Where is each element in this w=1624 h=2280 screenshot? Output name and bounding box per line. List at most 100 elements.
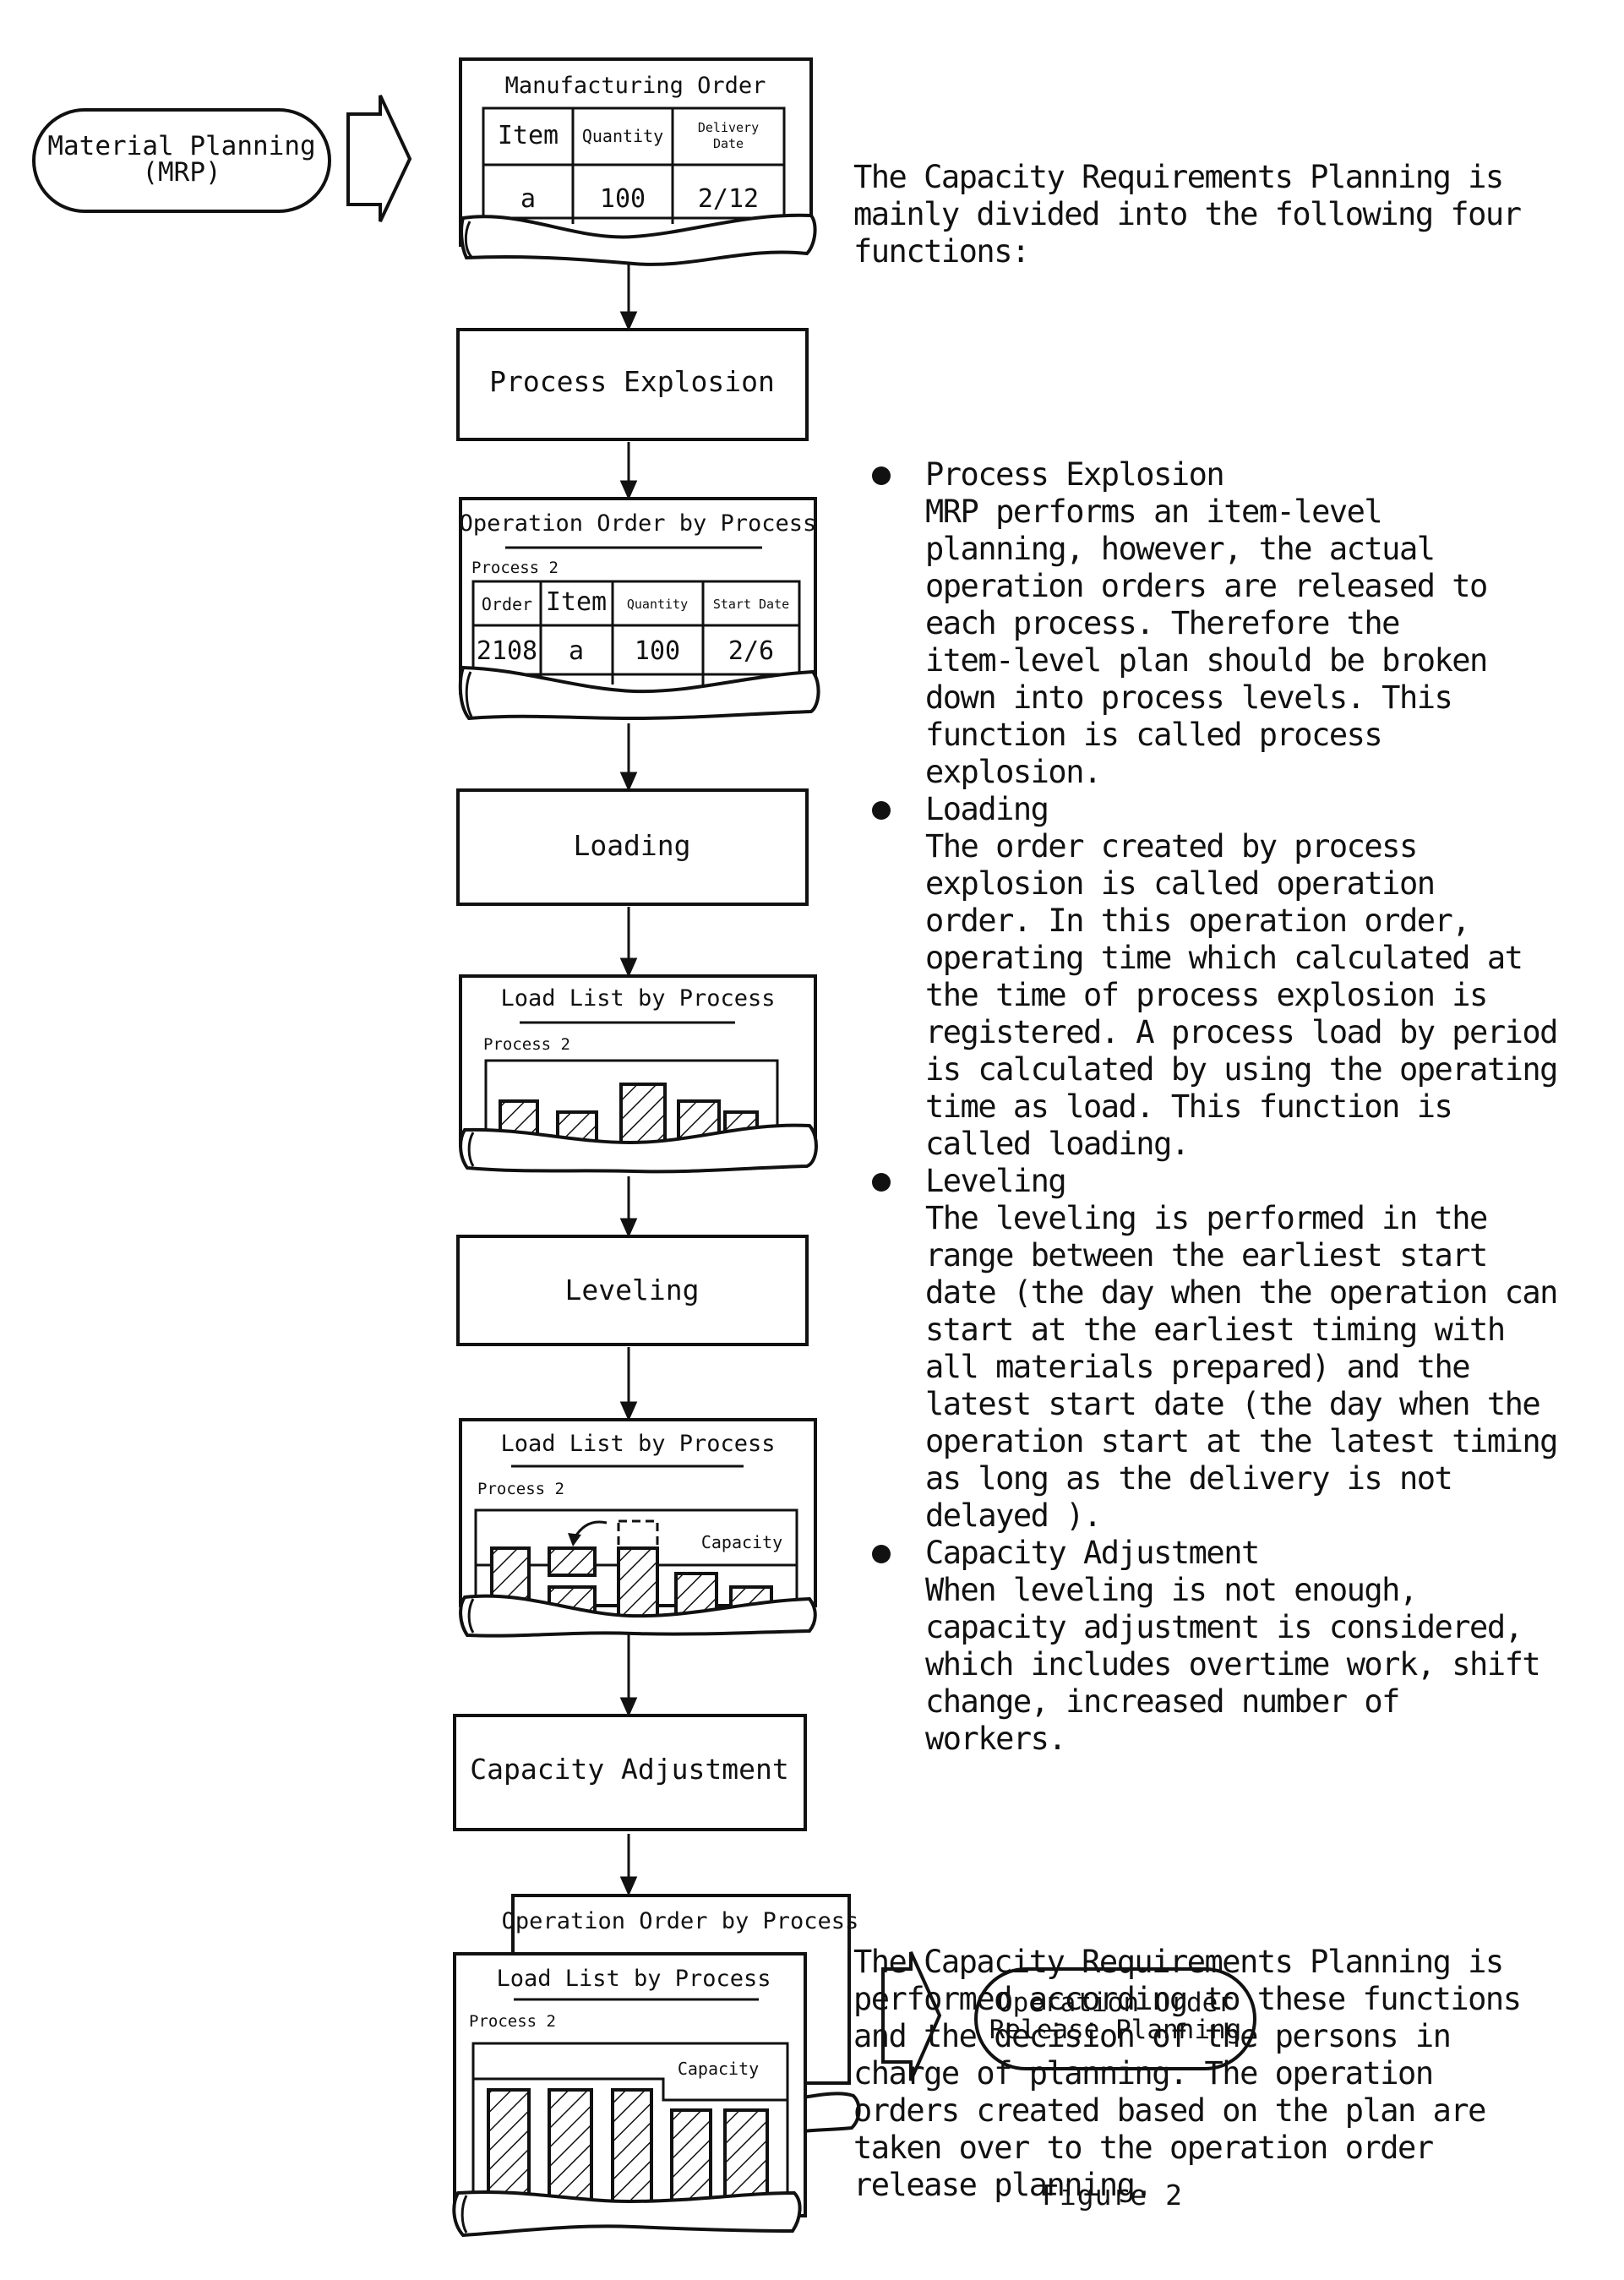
op-header-start-date: Start Date bbox=[713, 597, 789, 612]
bullet-item: Capacity Adjustment When leveling is not … bbox=[853, 1535, 1614, 1758]
bullet-line: range between the earliest start bbox=[925, 1237, 1488, 1274]
bullet-line: each process. Therefore the bbox=[925, 605, 1400, 641]
closing-paragraph: The Capacity Requirements Planning is per… bbox=[853, 1944, 1614, 2204]
bullet-line: When leveling is not enough, bbox=[925, 1572, 1418, 1608]
header-date: Date bbox=[713, 136, 744, 151]
bullet-dot-icon bbox=[872, 466, 891, 485]
cell-quantity: 100 bbox=[600, 184, 646, 214]
bullet-line: start at the earliest timing with bbox=[925, 1312, 1506, 1348]
bullet-line: explosion. bbox=[925, 754, 1102, 790]
closing-line: performed according to these functions bbox=[853, 1981, 1522, 2017]
op-header-quantity: Quantity bbox=[627, 597, 688, 612]
closing-line: release planning. bbox=[853, 2167, 1153, 2203]
bullet-dot-icon bbox=[872, 1545, 891, 1563]
cell-item: a bbox=[520, 184, 536, 214]
bullet-line: order. In this operation order, bbox=[925, 903, 1471, 939]
manufacturing-order-title: Manufacturing Order bbox=[505, 73, 766, 99]
bullet-item: Loading The order created by process explo… bbox=[853, 791, 1614, 1163]
bullet-line: planning, however, the actual bbox=[925, 531, 1436, 567]
closing-line: orders created based on the plan are bbox=[853, 2092, 1486, 2129]
bullet-line: down into process levels. This bbox=[925, 679, 1453, 716]
bullet-line: The leveling is performed in the bbox=[925, 1200, 1488, 1236]
final-front-capacity: Capacity bbox=[678, 2059, 759, 2079]
bullet-line: called loading. bbox=[925, 1126, 1190, 1162]
capacity-adjustment-step: Capacity Adjustment bbox=[453, 1714, 807, 1831]
figure-caption: Figure 2 bbox=[1042, 2179, 1183, 2212]
bullet-line: MRP performs an item-level bbox=[925, 494, 1383, 530]
load-list-document-before-leveling: Load List by Process Process 2 bbox=[459, 974, 818, 1174]
process-explosion-label: Process Explosion bbox=[489, 365, 775, 398]
final-front-title: Load List by Process bbox=[496, 1966, 771, 1992]
op-cell-item: a bbox=[569, 636, 584, 666]
description-text: The Capacity Requirements Planning is mai… bbox=[853, 85, 1614, 2241]
bullet-line: registered. A process load by period bbox=[925, 1014, 1558, 1050]
closing-line: charge of planning. The operation bbox=[853, 2055, 1434, 2092]
cell-delivery-date: 2/12 bbox=[698, 184, 759, 214]
bullet-line: latest start date (the day when the bbox=[925, 1386, 1541, 1422]
bullet-line: time as load. This function is bbox=[925, 1088, 1453, 1125]
bullet-line: the time of process explosion is bbox=[925, 977, 1488, 1013]
block-arrow-right-icon bbox=[346, 95, 412, 222]
intro-paragraph: The Capacity Requirements Planning is mai… bbox=[853, 159, 1614, 270]
load-bar bbox=[548, 2088, 593, 2206]
loading-step: Loading bbox=[456, 788, 809, 906]
load-list-1-title: Load List by Process bbox=[500, 985, 775, 1012]
function-bullet-list: Process Explosion MRP performs an item-le… bbox=[853, 456, 1614, 1758]
final-back-title: Operation Order by Process bbox=[502, 1908, 859, 1934]
load-list-1-process: Process 2 bbox=[483, 1035, 570, 1054]
bullet-line: item-level plan should be broken bbox=[925, 642, 1488, 679]
operation-order-title: Operation Order by Process bbox=[460, 510, 817, 537]
header-item: Item bbox=[498, 121, 559, 150]
loading-label: Loading bbox=[573, 829, 690, 862]
bullet-line: operating time which calculated at bbox=[925, 940, 1523, 976]
final-front-process: Process 2 bbox=[469, 2012, 556, 2031]
bullet-line: as long as the delivery is not bbox=[925, 1460, 1453, 1497]
capacity-adjustment-label: Capacity Adjustment bbox=[470, 1753, 789, 1786]
closing-line: The Capacity Requirements Planning is bbox=[853, 1944, 1504, 1980]
bullet-item: Process Explosion MRP performs an item-le… bbox=[853, 456, 1614, 791]
load-bar bbox=[723, 2108, 769, 2206]
load-list-2-process: Process 2 bbox=[477, 1480, 564, 1498]
bullet-title: Capacity Adjustment bbox=[925, 1535, 1260, 1571]
closing-line: and the decision of the persons in bbox=[853, 2018, 1452, 2054]
process-explosion-step: Process Explosion bbox=[456, 328, 809, 441]
bullet-line: The order created by process bbox=[925, 828, 1418, 865]
op-cell-start-date: 2/6 bbox=[728, 636, 774, 666]
intro-line: mainly divided into the following four bbox=[853, 196, 1522, 232]
operation-order-document: Operation Order by Process Process 2 Ord… bbox=[458, 497, 820, 721]
bullet-line: all materials prepared) and the bbox=[925, 1349, 1471, 1385]
bullet-dot-icon bbox=[872, 801, 891, 820]
bullet-line: is calculated by using the operating bbox=[925, 1051, 1558, 1088]
leveling-label: Leveling bbox=[565, 1274, 700, 1306]
op-header-item: Item bbox=[546, 587, 607, 617]
bullet-line: capacity adjustment is considered, bbox=[925, 1609, 1523, 1645]
load-list-document-after-leveling: Load List by Process Process 2 Capacity bbox=[459, 1418, 817, 1638]
load-bar bbox=[670, 2108, 712, 2206]
mrp-pill: Material Planning (MRP) bbox=[32, 108, 331, 213]
final-load-list-document: Load List by Process Process 2 Capacity bbox=[452, 1952, 807, 2238]
bullet-line: operation orders are released to bbox=[925, 568, 1488, 604]
bullet-dot-icon bbox=[872, 1173, 891, 1192]
bullet-line: explosion is called operation bbox=[925, 865, 1436, 902]
operation-order-process: Process 2 bbox=[471, 559, 559, 577]
load-list-2-title: Load List by Process bbox=[500, 1431, 775, 1457]
bullet-line: function is called process bbox=[925, 717, 1383, 753]
bullet-title: Leveling bbox=[925, 1163, 1067, 1199]
bullet-line: date (the day when the operation can bbox=[925, 1274, 1558, 1311]
bullet-line: delayed ). bbox=[925, 1497, 1102, 1534]
bullet-line: operation start at the latest timing bbox=[925, 1423, 1558, 1459]
load-bar bbox=[611, 2088, 653, 2206]
bullet-line: which includes overtime work, shift bbox=[925, 1646, 1541, 1683]
manufacturing-order-document: Manufacturing Order Item Quantity Delive… bbox=[459, 57, 817, 266]
header-delivery: Delivery bbox=[698, 120, 759, 135]
closing-line: taken over to the operation order bbox=[853, 2130, 1434, 2166]
mrp-pill-line2: (MRP) bbox=[142, 157, 221, 188]
load-list-2-capacity: Capacity bbox=[701, 1532, 782, 1552]
intro-line: functions: bbox=[853, 233, 1030, 270]
op-cell-order: 2108 bbox=[477, 636, 537, 666]
op-header-order: Order bbox=[482, 594, 532, 614]
intro-line: The Capacity Requirements Planning is bbox=[853, 159, 1504, 195]
bullet-title: Process Explosion bbox=[925, 456, 1225, 493]
bullet-line: workers. bbox=[925, 1721, 1067, 1757]
load-bar bbox=[487, 2088, 531, 2206]
